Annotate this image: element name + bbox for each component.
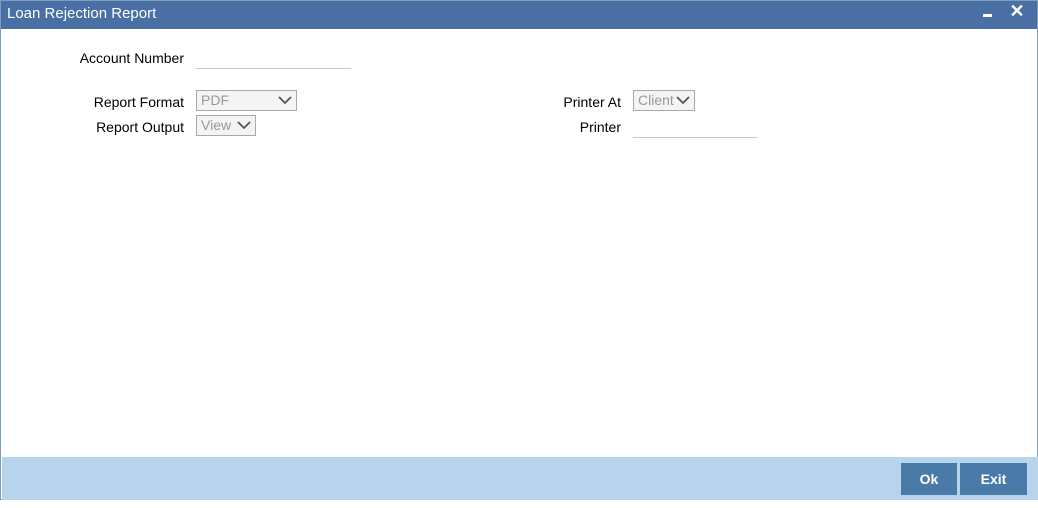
printer-input[interactable] bbox=[633, 118, 758, 138]
account-number-label: Account Number bbox=[79, 50, 184, 66]
report-output-value: View bbox=[201, 117, 232, 133]
title-bar: Loan Rejection Report ✕ bbox=[1, 1, 1037, 29]
printer-label: Printer bbox=[579, 119, 621, 135]
account-number-input[interactable] bbox=[196, 49, 351, 69]
footer-bar: Ok Exit bbox=[2, 457, 1038, 500]
exit-button[interactable]: Exit bbox=[960, 463, 1027, 495]
chevron-down-icon bbox=[278, 96, 292, 105]
minimize-icon[interactable] bbox=[977, 3, 997, 25]
report-format-value: PDF bbox=[201, 92, 229, 108]
printer-at-label: Printer At bbox=[563, 94, 621, 110]
close-icon[interactable]: ✕ bbox=[1007, 1, 1027, 23]
chevron-down-icon bbox=[237, 121, 251, 130]
report-format-select[interactable]: PDF bbox=[196, 90, 297, 111]
window-title: Loan Rejection Report bbox=[7, 5, 157, 22]
report-output-label: Report Output bbox=[96, 119, 184, 135]
chevron-down-icon bbox=[676, 96, 690, 105]
ok-button[interactable]: Ok bbox=[901, 463, 957, 495]
printer-at-value: Client bbox=[638, 92, 674, 108]
report-window: Loan Rejection Report ✕ Account Number R… bbox=[0, 0, 1038, 500]
report-output-select[interactable]: View bbox=[196, 115, 256, 136]
report-format-label: Report Format bbox=[93, 94, 184, 110]
printer-at-select[interactable]: Client bbox=[633, 90, 695, 111]
